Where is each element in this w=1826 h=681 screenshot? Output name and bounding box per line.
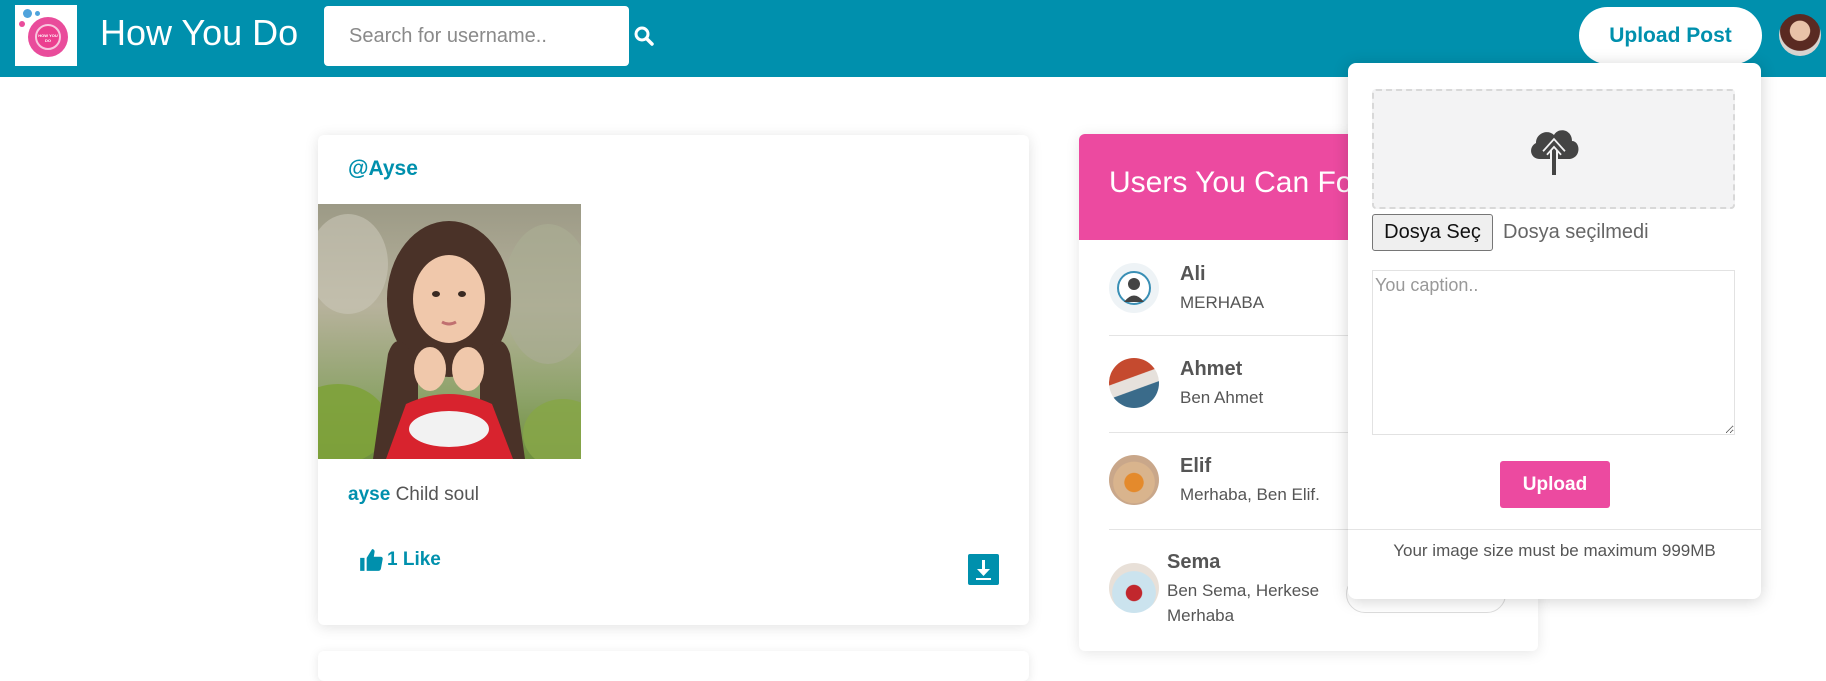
suggestion-bio: Ben Sema, Herkese Merhaba [1167, 581, 1320, 625]
user-avatar-sema[interactable] [1109, 563, 1159, 613]
like-count: 1 Like [387, 549, 441, 570]
file-input-row: Dosya Seç Dosya seçilmedi [1372, 209, 1735, 271]
suggestion-name[interactable]: Ali [1180, 263, 1206, 286]
choose-file-button[interactable]: Dosya Seç [1372, 214, 1493, 251]
file-status-text: Dosya seçilmedi [1503, 221, 1649, 243]
suggestion-name[interactable]: Sema [1167, 551, 1220, 574]
caption-username[interactable]: ayse [348, 484, 390, 505]
search-input[interactable] [324, 6, 629, 66]
caption-textarea[interactable] [1372, 270, 1735, 435]
user-avatar-ahmet[interactable] [1109, 358, 1159, 408]
download-button[interactable] [968, 554, 999, 585]
next-post-card [318, 651, 1029, 681]
caption-text: Child soul [395, 484, 479, 505]
thumbs-up-icon [360, 549, 383, 571]
suggestion-bio: Merhaba, Ben Elif. [1180, 485, 1320, 504]
user-avatar[interactable] [1779, 14, 1821, 56]
post-caption: ayse Child soul [348, 484, 479, 506]
post-photo-illustration [318, 214, 581, 459]
logo-text: HOW YOU DO [38, 33, 58, 43]
search-icon[interactable] [634, 26, 654, 46]
upload-button[interactable]: Upload [1500, 461, 1610, 508]
suggestion-name[interactable]: Ahmet [1180, 358, 1242, 381]
logo-dot [23, 9, 32, 18]
upload-post-button[interactable]: Upload Post [1579, 7, 1762, 64]
user-avatar-ali[interactable] [1109, 263, 1159, 313]
suggestion-bio: MERHABA [1180, 293, 1265, 312]
user-avatar-elif[interactable] [1109, 455, 1159, 505]
image-drop-zone[interactable] [1372, 89, 1735, 209]
cloud-upload-icon [1531, 130, 1579, 175]
download-icon [976, 560, 991, 580]
brand-title[interactable]: How You Do [100, 12, 298, 54]
suggestion-bio: Ben Ahmet [1180, 388, 1264, 407]
post-username[interactable]: @Ayse [348, 157, 418, 181]
suggestion-name[interactable]: Elif [1180, 455, 1211, 478]
post-image[interactable] [318, 204, 581, 459]
post-card: @Ayse ayse Child soul 1 Like [318, 135, 1029, 625]
like-button[interactable]: 1 Like [358, 547, 441, 573]
image-size-note: Your image size must be maximum 999MB [1393, 541, 1716, 560]
suggestions-title: Users You Can Fo [1109, 166, 1353, 199]
default-user-icon [1117, 271, 1151, 305]
logo-dot [35, 11, 40, 16]
popup-divider [1348, 529, 1761, 530]
upload-popup: Dosya Seç Dosya seçilmedi Upload Your im… [1348, 63, 1761, 599]
logo-dot [19, 21, 25, 27]
app-logo[interactable]: HOW YOU DO [15, 5, 77, 66]
